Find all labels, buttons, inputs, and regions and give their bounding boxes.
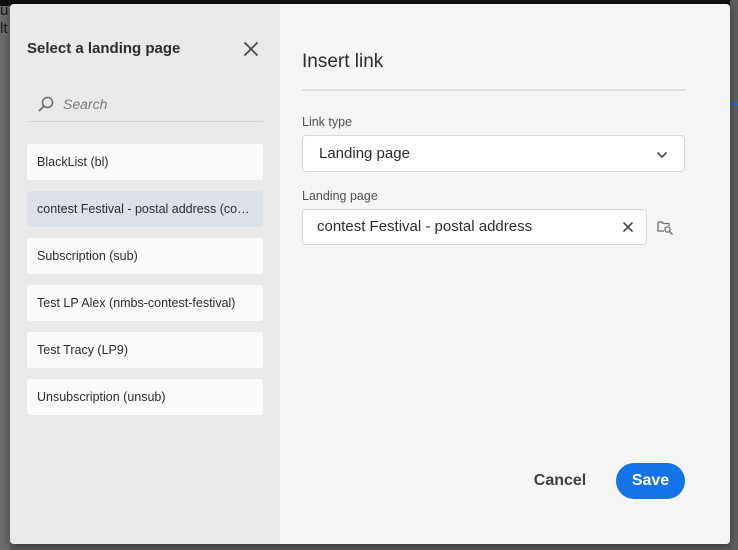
background-text: lt bbox=[0, 20, 8, 37]
dialog-title: Insert link bbox=[302, 51, 384, 72]
list-item[interactable]: BlackList (bl) bbox=[27, 144, 263, 180]
link-type-select[interactable]: Landing page bbox=[302, 135, 685, 172]
landing-page-list: BlackList (bl) contest Festival - postal… bbox=[27, 144, 263, 426]
save-button[interactable]: Save bbox=[616, 463, 685, 499]
search-input[interactable] bbox=[63, 92, 253, 116]
list-item[interactable]: Test LP Alex (nmbs-contest-festival) bbox=[27, 285, 263, 321]
landing-page-label: Landing page bbox=[302, 189, 378, 203]
landing-page-field[interactable]: contest Festival - postal address bbox=[302, 209, 647, 245]
cancel-button[interactable]: Cancel bbox=[530, 463, 590, 499]
close-button[interactable] bbox=[240, 38, 262, 60]
insert-link-form: Insert link Link type Landing page Landi… bbox=[280, 4, 730, 544]
list-item[interactable]: Test Tracy (LP9) bbox=[27, 332, 263, 368]
link-type-value: Landing page bbox=[319, 145, 410, 162]
clear-icon[interactable] bbox=[621, 220, 635, 234]
background-left-column bbox=[0, 0, 10, 550]
picker-title: Select a landing page bbox=[27, 40, 181, 57]
background-right-column bbox=[730, 0, 738, 550]
search-icon bbox=[38, 96, 54, 112]
search-field bbox=[27, 88, 263, 122]
list-item[interactable]: Subscription (sub) bbox=[27, 238, 263, 274]
title-divider bbox=[302, 89, 686, 91]
chevron-down-icon bbox=[657, 152, 667, 158]
background-accent-line bbox=[730, 103, 738, 105]
link-type-label: Link type bbox=[302, 115, 353, 129]
folder-search-icon[interactable] bbox=[656, 218, 674, 236]
landing-page-picker: Select a landing page BlackList (bl) con… bbox=[10, 4, 280, 544]
close-icon bbox=[244, 42, 258, 56]
list-item-selected[interactable]: contest Festival - postal address (conte… bbox=[27, 191, 263, 227]
insert-link-dialog: Select a landing page BlackList (bl) con… bbox=[10, 4, 730, 544]
landing-page-value: contest Festival - postal address bbox=[317, 218, 533, 235]
list-item[interactable]: Unsubscription (unsub) bbox=[27, 379, 263, 415]
background-text: u bbox=[0, 2, 9, 19]
